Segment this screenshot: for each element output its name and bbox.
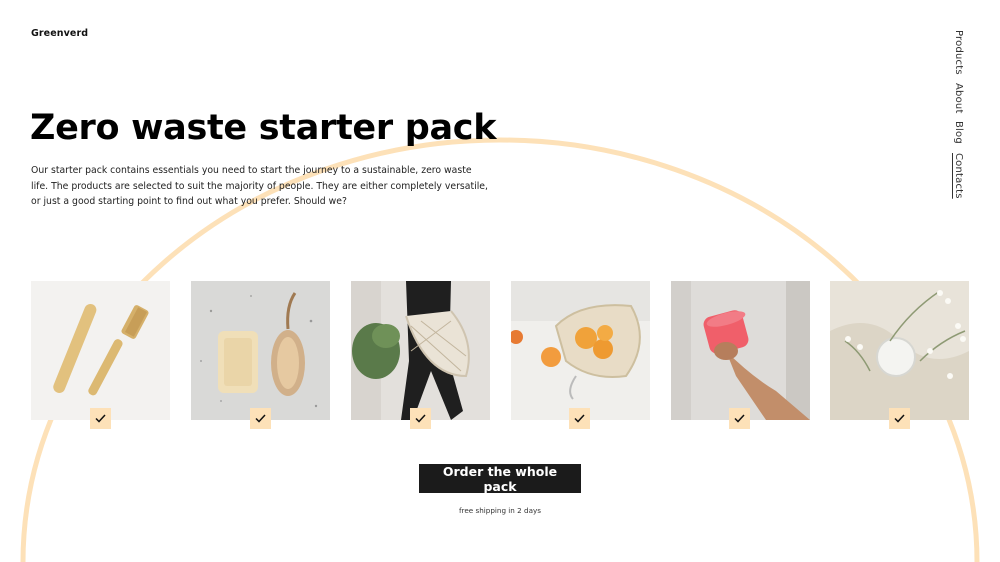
- check-icon: [255, 414, 266, 423]
- soap-image: [191, 281, 330, 420]
- brand-logo[interactable]: Greenverd: [31, 28, 88, 39]
- intro-description: Our starter pack contains essentials you…: [31, 165, 488, 207]
- product-card-cup[interactable]: [671, 281, 810, 420]
- product-card-produce-bag[interactable]: [511, 281, 650, 420]
- product-check-toggle[interactable]: [410, 408, 431, 429]
- check-icon: [415, 414, 426, 423]
- nav-item-contacts[interactable]: Contacts: [953, 153, 964, 199]
- nav-item-products[interactable]: Products: [953, 30, 964, 75]
- check-icon: [894, 414, 905, 423]
- page-title: Zero waste starter pack: [30, 108, 497, 148]
- product-card-soap[interactable]: [191, 281, 330, 420]
- toothbrush-image: [31, 281, 170, 420]
- product-card-deodorant[interactable]: [830, 281, 969, 420]
- product-card-mesh-bag[interactable]: [351, 281, 490, 420]
- nav-item-blog[interactable]: Blog: [953, 121, 964, 144]
- product-check-toggle[interactable]: [889, 408, 910, 429]
- product-check-toggle[interactable]: [90, 408, 111, 429]
- check-icon: [95, 414, 106, 423]
- check-icon: [734, 414, 745, 423]
- product-check-toggle[interactable]: [250, 408, 271, 429]
- shipping-note: free shipping in 2 days: [459, 506, 541, 515]
- mesh-bag-image: [351, 281, 490, 420]
- cup-image: [671, 281, 810, 420]
- vertical-nav: Products About Blog Contacts: [953, 30, 975, 200]
- nav-item-about[interactable]: About: [953, 83, 964, 114]
- order-pack-button[interactable]: Order the whole pack: [419, 464, 581, 494]
- product-check-toggle[interactable]: [729, 408, 750, 429]
- deodorant-image: [830, 281, 969, 420]
- product-check-toggle[interactable]: [569, 408, 590, 429]
- produce-bag-image: [511, 281, 650, 420]
- check-icon: [574, 414, 585, 423]
- product-card-toothbrush[interactable]: [31, 281, 170, 420]
